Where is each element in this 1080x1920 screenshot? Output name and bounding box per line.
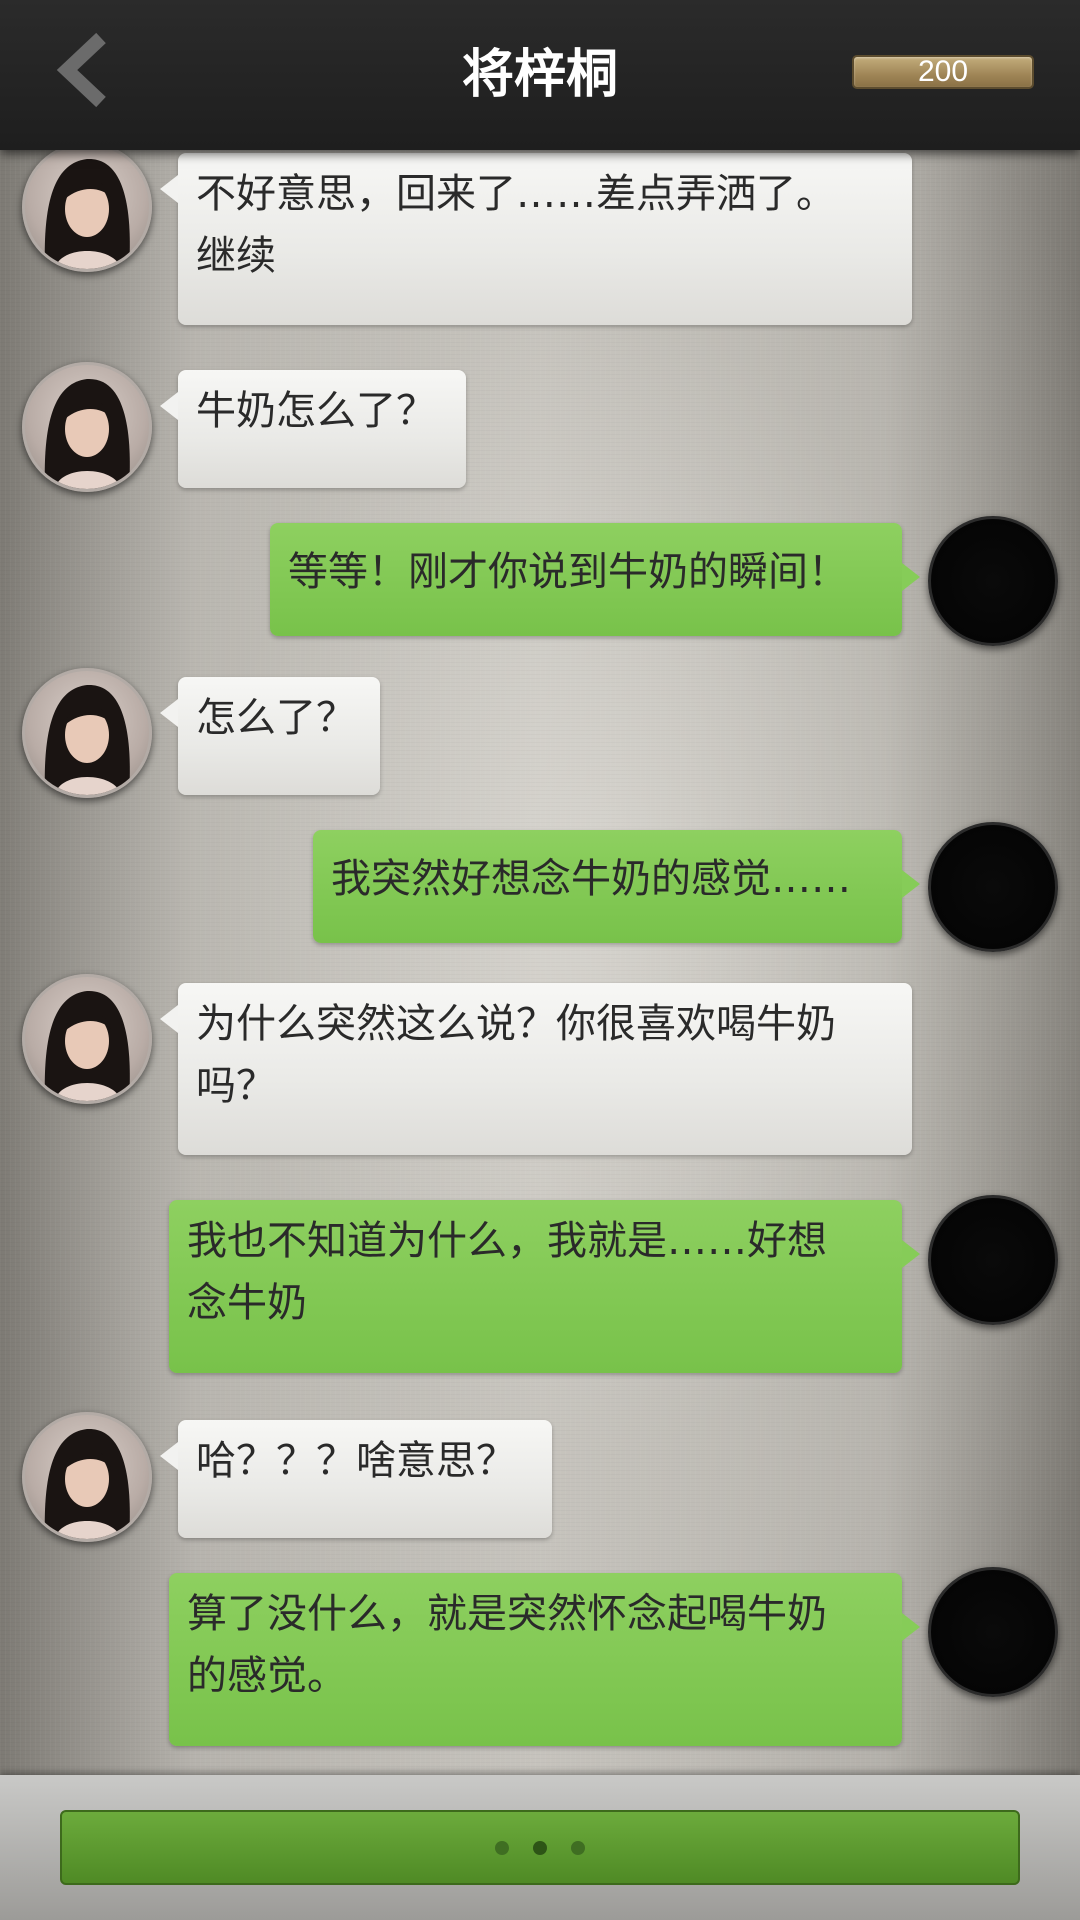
contact-avatar[interactable] bbox=[22, 668, 152, 798]
message-bubble-received: 哈？？？啥意思？ bbox=[160, 1420, 552, 1538]
contact-avatar[interactable] bbox=[22, 1412, 152, 1542]
message-text: 等等！刚才你说到牛奶的瞬间！ bbox=[288, 549, 848, 595]
message-text: 不好意思，回来了……差点弄洒了。 继续 bbox=[196, 171, 836, 279]
my-avatar[interactable] bbox=[928, 1195, 1058, 1325]
message-text: 牛奶怎么了？ bbox=[196, 388, 436, 434]
woman-portrait-icon bbox=[44, 378, 130, 489]
message-bubble-received: 怎么了？ bbox=[160, 677, 380, 795]
bottom-bar bbox=[0, 1775, 1080, 1920]
message-text: 我突然好想念牛奶的感觉…… bbox=[331, 856, 851, 902]
woman-portrait-icon bbox=[44, 990, 130, 1101]
message-text: 怎么了？ bbox=[196, 695, 356, 741]
typing-dot-icon bbox=[495, 1840, 509, 1855]
my-avatar[interactable] bbox=[928, 516, 1058, 646]
message-bubble-sent: 算了没什么，就是突然怀念起喝牛奶 的感觉。 bbox=[169, 1573, 920, 1746]
contact-name: 将梓桐 bbox=[461, 44, 618, 105]
message-bubble-sent: 等等！刚才你说到牛奶的瞬间！ bbox=[270, 523, 920, 636]
chevron-left-icon bbox=[56, 32, 106, 108]
my-avatar[interactable] bbox=[928, 822, 1058, 952]
message-text: 算了没什么，就是突然怀念起喝牛奶 的感觉。 bbox=[187, 1591, 827, 1699]
message-bubble-sent: 我突然好想念牛奶的感觉…… bbox=[313, 830, 920, 943]
woman-portrait-icon bbox=[44, 158, 130, 269]
reply-button[interactable] bbox=[60, 1810, 1020, 1885]
typing-dot-icon bbox=[571, 1840, 585, 1855]
typing-dot-icon bbox=[533, 1840, 547, 1855]
woman-portrait-icon bbox=[44, 684, 130, 795]
coin-balance: 200 bbox=[852, 55, 1034, 89]
message-bubble-received: 牛奶怎么了？ bbox=[160, 370, 466, 488]
message-bubble-sent: 我也不知道为什么，我就是……好想 念牛奶 bbox=[169, 1200, 920, 1373]
message-text: 我也不知道为什么，我就是……好想 念牛奶 bbox=[187, 1218, 827, 1326]
contact-avatar[interactable] bbox=[22, 362, 152, 492]
my-avatar[interactable] bbox=[928, 1567, 1058, 1697]
contact-avatar[interactable] bbox=[22, 974, 152, 1104]
message-text: 哈？？？啥意思？ bbox=[196, 1438, 516, 1484]
back-button[interactable] bbox=[48, 30, 118, 110]
message-bubble-received: 为什么突然这么说？你很喜欢喝牛奶 吗？ bbox=[160, 983, 912, 1155]
woman-portrait-icon bbox=[44, 1428, 130, 1539]
message-text: 为什么突然这么说？你很喜欢喝牛奶 吗？ bbox=[196, 1001, 836, 1109]
message-bubble-received: 不好意思，回来了……差点弄洒了。 继续 bbox=[160, 153, 912, 325]
top-bar: 将梓桐 200 bbox=[0, 0, 1080, 150]
contact-avatar[interactable] bbox=[22, 142, 152, 272]
